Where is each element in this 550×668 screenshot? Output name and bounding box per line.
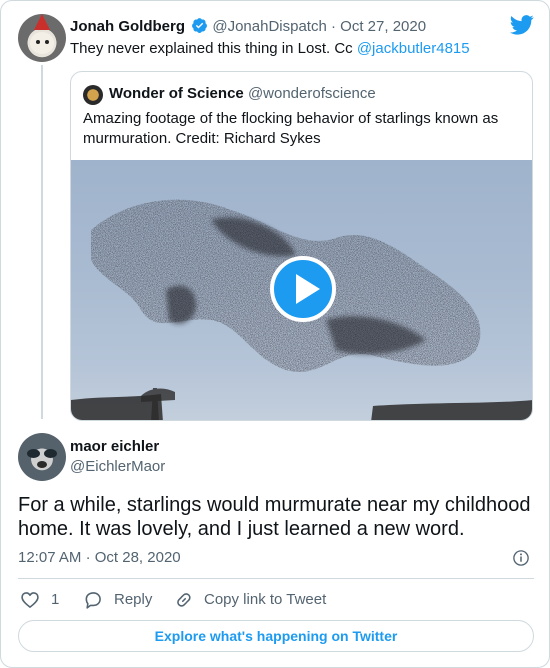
reply-button[interactable]: Reply [83,589,163,611]
reply-bubble-icon [85,592,101,609]
explore-twitter-button[interactable]: Explore what's happening on Twitter [18,620,534,652]
avatar-jonah-goldberg[interactable] [18,14,66,62]
quoted-tweet-header: Wonder of Science @wonderofscience [109,84,376,104]
avatar-eye-shape [45,40,49,44]
parent-tweet-header: Jonah Goldberg @JonahDispatch · Oct 27, … [70,17,426,37]
author-handle[interactable]: @JonahDispatch [212,18,326,35]
copy-link-label: Copy link to Tweet [204,591,327,608]
avatar-wonder-of-science[interactable] [83,85,103,105]
avatar-face-shape [30,32,54,54]
party-hat-shape [34,14,50,30]
avatar-snout-shape [37,461,47,468]
reply-time[interactable]: 12:07 AM [18,549,81,566]
link-icon [177,593,191,607]
tweet-date[interactable]: Oct 27, 2020 [340,18,426,35]
reply-author-handle[interactable]: @EichlerMaor [70,457,165,477]
meta-separator: · [331,18,336,35]
like-button[interactable]: 1 [20,589,70,611]
play-icon[interactable] [270,256,336,322]
like-count: 1 [51,591,60,608]
parent-tweet-text: They never explained this thing in Lost.… [70,39,470,59]
tweet-embed-card: Jonah Goldberg @JonahDispatch · Oct 27, … [0,0,550,668]
reply-timestamp[interactable]: 12:07 AM · Oct 28, 2020 [18,548,181,568]
verified-badge-icon [192,18,208,33]
info-icon[interactable] [512,549,530,567]
parent-tweet-body: They never explained this thing in Lost.… [70,40,357,57]
reply-author-name[interactable]: maor eichler [70,437,159,457]
copy-link-button[interactable]: Copy link to Tweet [174,589,344,611]
avatar-sunglasses-shape [27,449,40,458]
avatar-sunglasses-shape [44,449,57,458]
mention-link[interactable]: @jackbutler4815 [357,40,470,57]
heart-icon [21,592,39,608]
reply-label: Reply [114,591,153,608]
twitter-bird-icon[interactable] [510,15,534,35]
author-name[interactable]: Jonah Goldberg [70,18,185,35]
reply-tweet-text: For a while, starlings would murmurate n… [18,494,531,540]
video-thumbnail[interactable] [71,160,532,420]
meta-separator: · [85,549,91,566]
quoted-author-handle[interactable]: @wonderofscience [248,85,376,102]
quoted-tweet[interactable]: Wonder of Science @wonderofscience Amazi… [70,71,533,421]
action-divider [18,578,534,579]
quoted-tweet-text: Amazing footage of the flocking behavior… [83,110,499,147]
reply-date[interactable]: Oct 28, 2020 [95,549,181,566]
avatar-eye-shape [36,40,40,44]
thread-connector-line [41,65,43,419]
quoted-author-name[interactable]: Wonder of Science [109,85,244,102]
avatar-maor-eichler[interactable] [18,433,66,481]
